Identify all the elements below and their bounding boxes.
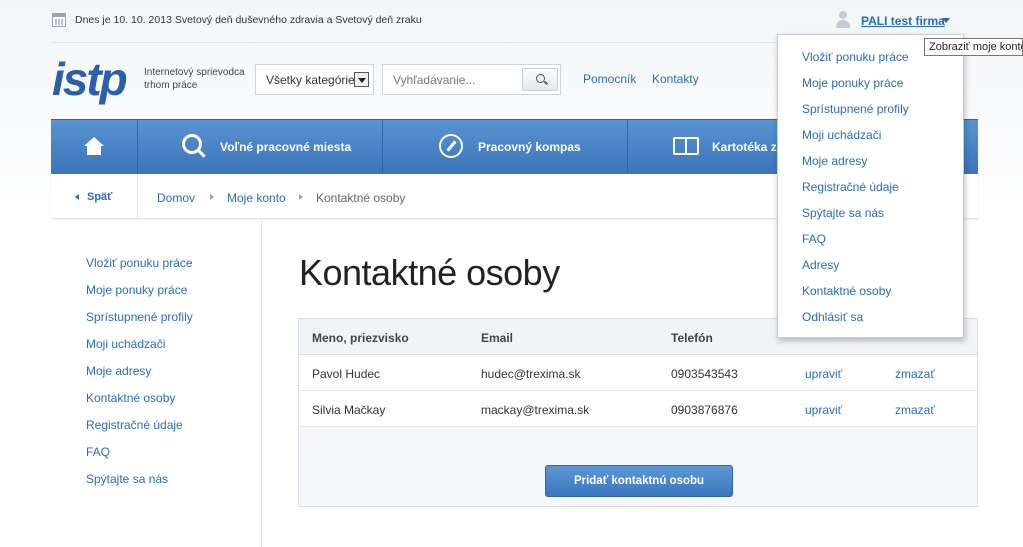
menu-item-my-addresses[interactable]: Moje adresy	[802, 154, 867, 168]
user-icon	[834, 10, 852, 28]
contact-name: Pavol Hudec	[312, 367, 381, 381]
add-contact-button[interactable]: Pridať kontaktnú osobu	[545, 465, 733, 497]
user-account-link[interactable]: PALI test firma	[861, 14, 945, 28]
edit-link[interactable]: upraviť	[805, 403, 842, 417]
chevron-right-icon	[210, 194, 214, 200]
column-header-phone: Telefón	[671, 331, 713, 345]
breadcrumb-my-account[interactable]: Moje konto	[227, 191, 286, 205]
sidebar-item-my-applicants[interactable]: Moji uchádzači	[86, 337, 165, 351]
category-select-value: Všetky kategórie	[266, 73, 355, 87]
compass-icon	[439, 134, 463, 158]
category-select[interactable]: Všetky kategórie	[255, 64, 374, 95]
book-icon	[673, 137, 699, 155]
contacts-panel: Meno, priezvisko Email Telefón Pavol Hud…	[298, 318, 978, 507]
delete-link[interactable]: zmazať	[895, 403, 935, 417]
tagline-line2: trhom práce	[144, 80, 198, 91]
home-icon	[84, 137, 104, 155]
nav-career-compass[interactable]: Pracovný kompas	[383, 120, 628, 174]
contact-email: mackay@trexima.sk	[481, 403, 590, 417]
menu-item-add-job[interactable]: Vložiť ponuku práce	[802, 50, 909, 64]
table-row: Pavol Hudec hudec@trexima.sk 0903543543 …	[299, 355, 977, 391]
breadcrumb-home[interactable]: Domov	[157, 191, 195, 205]
back-label: Späť	[87, 191, 113, 203]
nav-career-compass-label: Pracovný kompas	[478, 140, 581, 154]
search-input[interactable]	[383, 65, 521, 94]
menu-item-registration[interactable]: Registračné údaje	[802, 180, 899, 194]
sidebar-item-shared-profiles[interactable]: Sprístupnené profily	[86, 310, 193, 324]
chevron-down-icon[interactable]	[942, 18, 950, 23]
menu-item-shared-profiles[interactable]: Sprístupnené profily	[802, 102, 909, 116]
contact-phone: 0903543543	[671, 367, 738, 381]
account-tooltip: Zobraziť moje konto	[924, 38, 1023, 56]
sidebar-item-add-job[interactable]: Vložiť ponuku práce	[86, 256, 193, 270]
contacts-link[interactable]: Kontakty	[652, 72, 699, 86]
menu-item-my-jobs[interactable]: Moje ponuky práce	[802, 76, 903, 90]
nav-job-vacancies[interactable]: Voľné pracovné miesta	[138, 120, 383, 174]
table-row: Silvia Mačkay mackay@trexima.sk 09038768…	[299, 391, 977, 427]
sidebar-divider	[261, 220, 262, 547]
menu-item-logout[interactable]: Odhlásiť sa	[802, 310, 863, 324]
menu-item-contacts[interactable]: Kontaktné osoby	[802, 284, 891, 298]
sidebar-item-my-addresses[interactable]: Moje adresy	[86, 364, 151, 378]
calendar-icon	[52, 13, 66, 27]
tagline-line1: Internetový sprievodca	[144, 67, 245, 78]
sidebar-item-contacts[interactable]: Kontaktné osoby	[86, 391, 175, 405]
search-box	[382, 64, 561, 95]
logo[interactable]: istp	[52, 56, 132, 106]
nav-catalog-label: Kartotéka za	[712, 140, 784, 154]
edit-link[interactable]: upraviť	[805, 367, 842, 381]
chevron-right-icon	[299, 194, 303, 200]
back-button[interactable]: Späť	[51, 174, 138, 219]
account-dropdown-menu: Vložiť ponuku práce Moje ponuky práce Sp…	[777, 34, 964, 338]
nav-job-vacancies-label: Voľné pracovné miesta	[220, 140, 352, 154]
page-title: Kontaktné osoby	[299, 252, 560, 293]
dropdown-arrow-icon[interactable]	[354, 72, 369, 87]
search-icon	[182, 134, 206, 158]
contact-phone: 0903876876	[671, 403, 738, 417]
menu-item-faq[interactable]: FAQ	[802, 232, 826, 246]
menu-item-addresses[interactable]: Adresy	[802, 258, 839, 272]
sidebar-item-my-jobs[interactable]: Moje ponuky práce	[86, 283, 187, 297]
help-link[interactable]: Pomocník	[583, 72, 636, 86]
menu-item-my-applicants[interactable]: Moji uchádzači	[802, 128, 881, 142]
logo-text: istp	[52, 53, 128, 105]
delete-link[interactable]: zmazať	[895, 367, 935, 381]
contact-email: hudec@trexima.sk	[481, 367, 581, 381]
contact-name: Silvia Mačkay	[312, 403, 386, 417]
breadcrumb-current: Kontaktné osoby	[316, 191, 406, 205]
search-button[interactable]	[522, 68, 558, 91]
sidebar-item-registration[interactable]: Registračné údaje	[86, 418, 183, 432]
column-header-email: Email	[481, 331, 514, 345]
chevron-left-icon	[75, 194, 79, 200]
sidebar-item-faq[interactable]: FAQ	[86, 445, 110, 459]
column-header-name: Meno, priezvisko	[312, 331, 409, 345]
sidebar-item-ask-us[interactable]: Spýtajte sa nás	[86, 472, 168, 486]
today-info: Dnes je 10. 10. 2013 Svetový deň duševné…	[75, 14, 422, 26]
menu-item-ask-us[interactable]: Spýtajte sa nás	[802, 206, 884, 220]
tagline: Internetový sprievodca trhom práce	[144, 66, 254, 92]
nav-home[interactable]	[51, 120, 138, 174]
